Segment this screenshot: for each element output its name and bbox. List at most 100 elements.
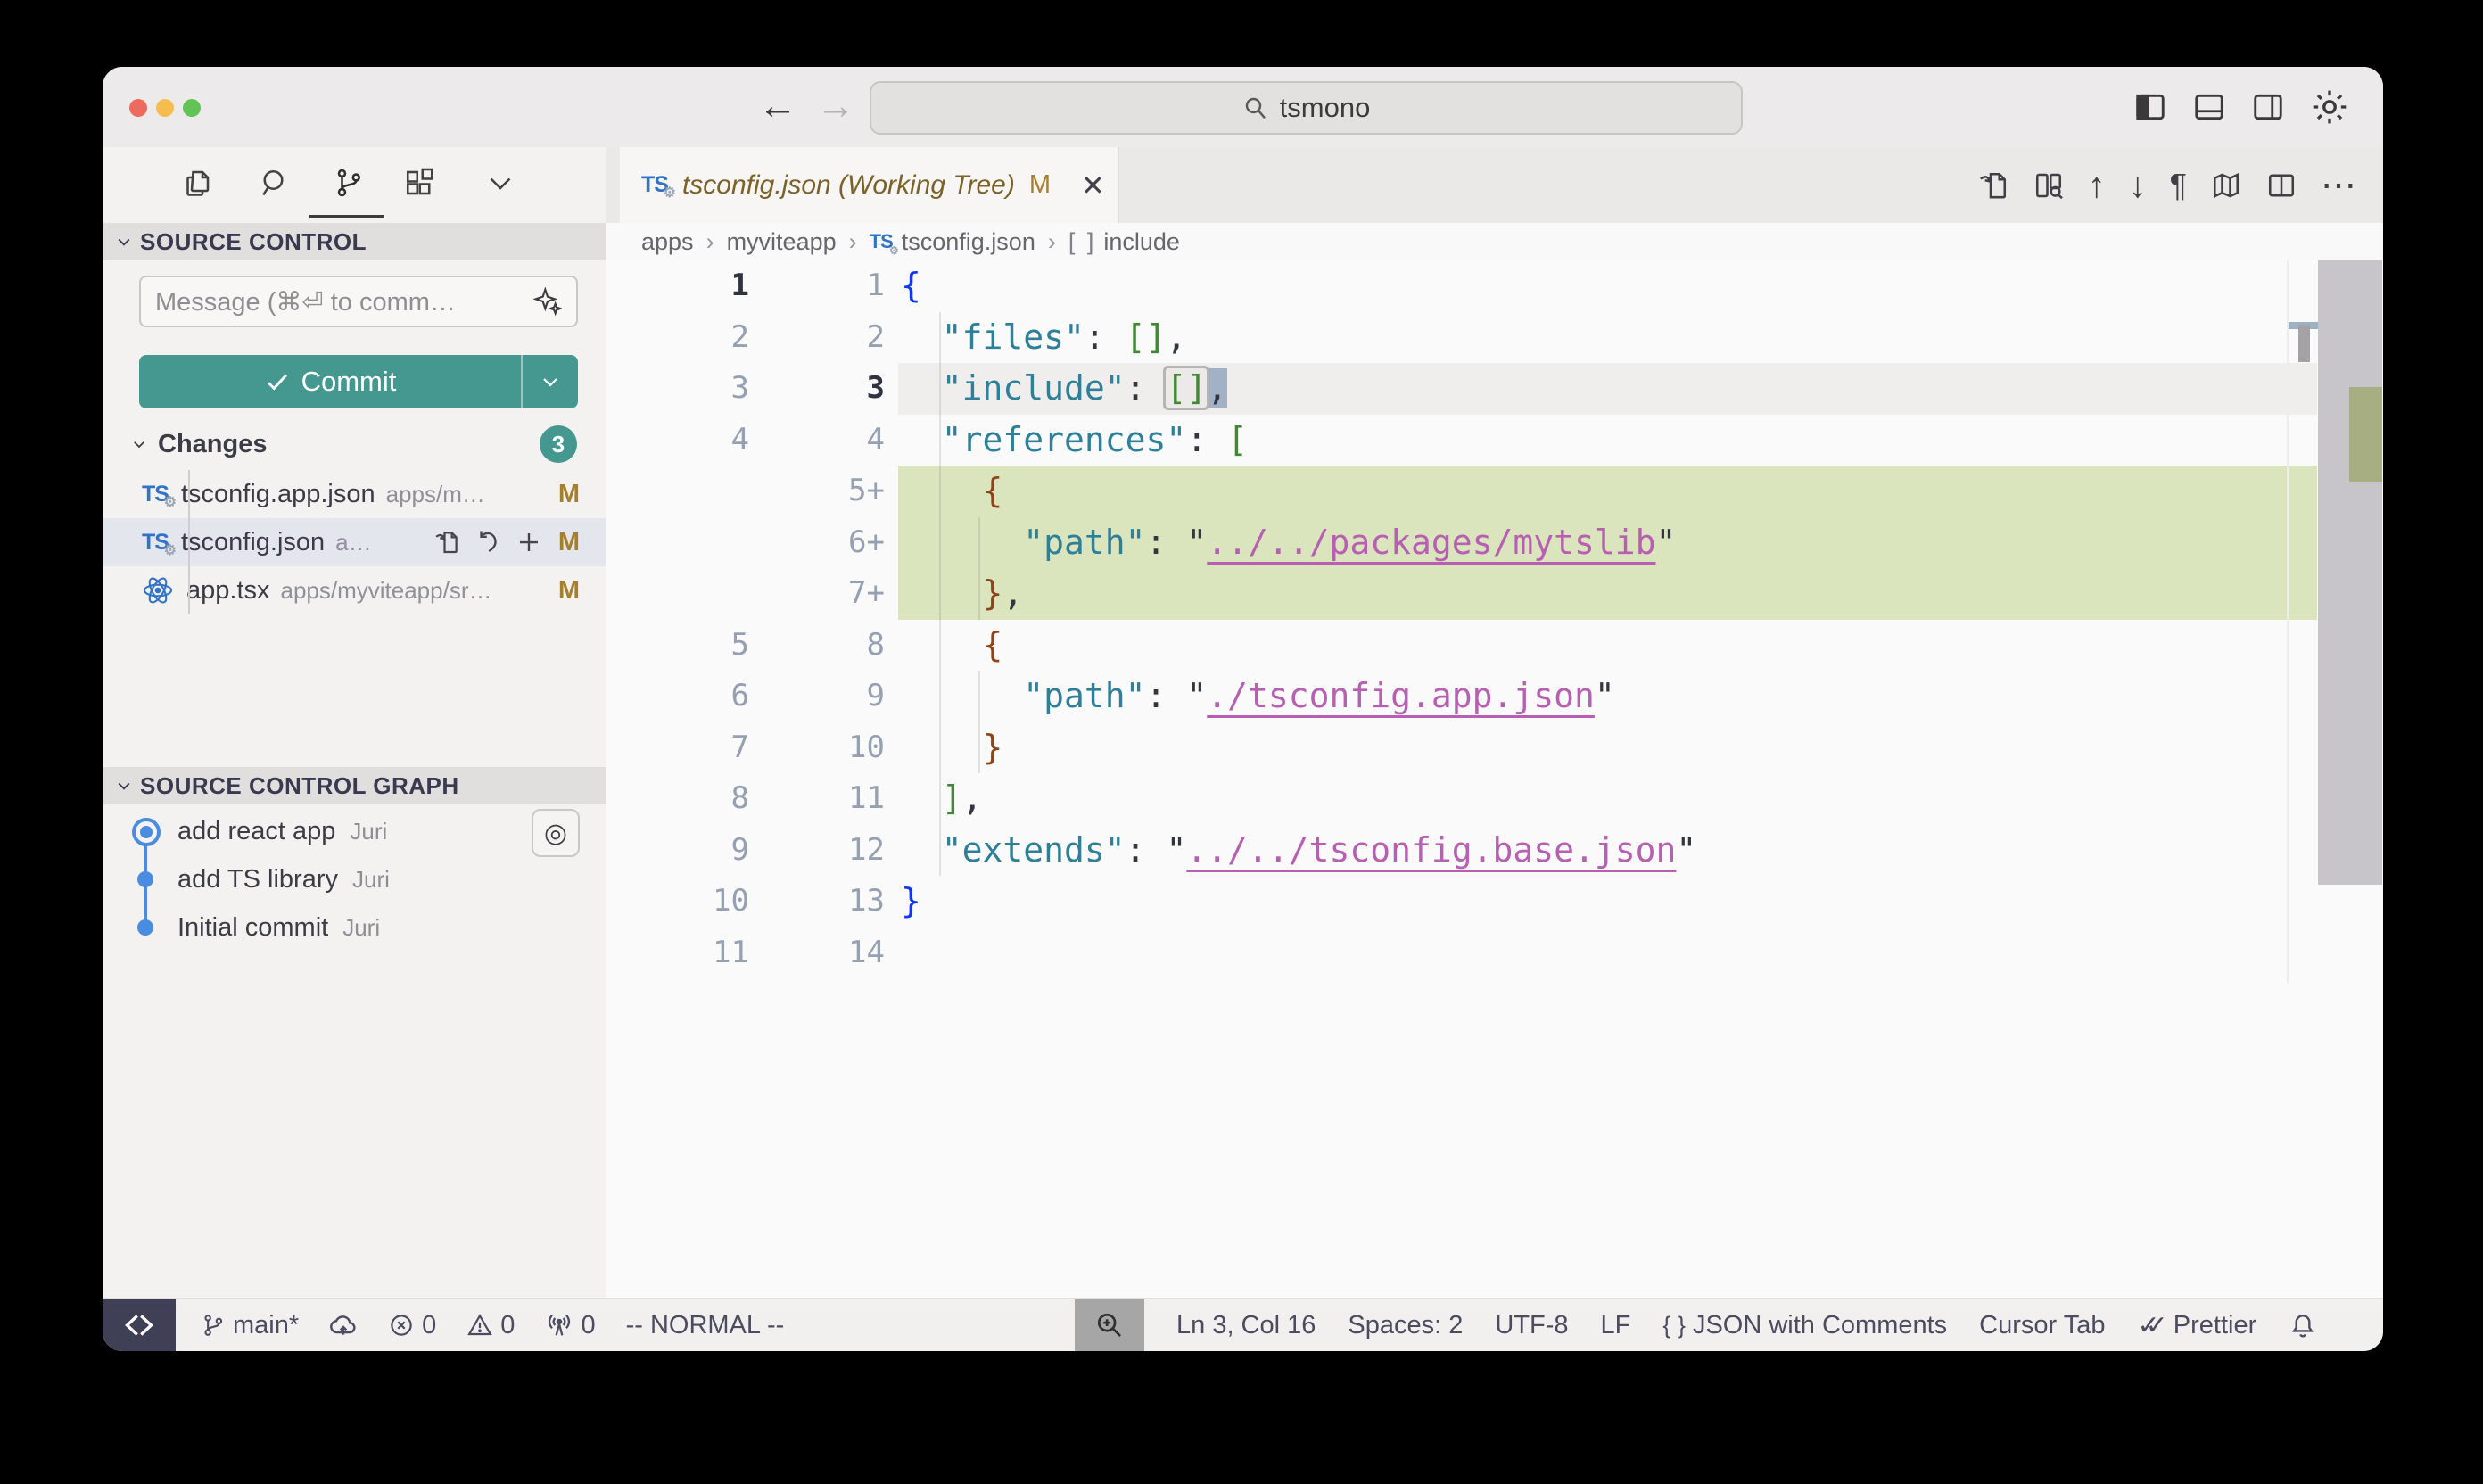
changes-list: TS⚙tsconfig.app.jsonapps/m…MTS⚙tsconfig.… bbox=[103, 470, 606, 614]
search-query: tsmono bbox=[1280, 92, 1371, 124]
breadcrumb-item[interactable]: apps bbox=[641, 228, 694, 256]
file-path: apps/m… bbox=[386, 481, 485, 508]
previous-change-icon[interactable]: ↑ bbox=[2088, 168, 2106, 203]
code-line-8[interactable]: 58 { bbox=[606, 620, 2383, 672]
modified-line-number: 10 bbox=[749, 722, 885, 774]
whitespace-toggle-icon[interactable]: ¶ bbox=[2170, 168, 2187, 203]
language-mode[interactable]: { }JSON with Comments bbox=[1662, 1311, 1947, 1340]
publish-button[interactable] bbox=[329, 1311, 358, 1340]
search-view-icon[interactable] bbox=[259, 167, 291, 199]
source-control-view-icon[interactable] bbox=[333, 167, 365, 199]
error-icon bbox=[388, 1312, 415, 1339]
formatter[interactable]: ✓✓Prettier bbox=[2137, 1310, 2256, 1341]
code-line-1[interactable]: 11{ bbox=[606, 260, 2383, 312]
extensions-icon[interactable] bbox=[403, 167, 435, 199]
branch-status[interactable]: main* bbox=[201, 1311, 299, 1340]
code-line-13[interactable]: 1013} bbox=[606, 876, 2383, 928]
explorer-icon[interactable] bbox=[181, 167, 213, 199]
code-line-2[interactable]: 22 "files": [], bbox=[606, 312, 2383, 364]
diff-editor: 11{22 "files": [],33 "include": [],44 "r… bbox=[606, 260, 2383, 1298]
commit-dropdown-button[interactable] bbox=[521, 355, 578, 408]
indentation[interactable]: Spaces: 2 bbox=[1348, 1311, 1463, 1340]
split-editor-icon[interactable] bbox=[2265, 169, 2297, 202]
toggle-panel-icon[interactable] bbox=[2192, 90, 2226, 124]
react-file-icon bbox=[142, 574, 174, 606]
breadcrumb-item[interactable]: [ ]include bbox=[1068, 228, 1180, 256]
radio-tower-icon bbox=[545, 1311, 573, 1340]
commit-message-input[interactable]: Message (⌘⏎ to comm… bbox=[139, 276, 578, 327]
commit-row-1[interactable]: add react appJuri◎ bbox=[103, 807, 606, 855]
scrollbar-slider[interactable] bbox=[2318, 260, 2382, 885]
code-line-6[interactable]: 6+ "path": "../../packages/mytslib" bbox=[606, 517, 2383, 569]
chevron-down-icon bbox=[540, 371, 561, 392]
command-center-search[interactable]: tsmono bbox=[870, 81, 1743, 135]
change-row-app.tsx[interactable]: app.tsxapps/myviteapp/sr…M bbox=[103, 566, 606, 614]
close-tab-icon[interactable]: ✕ bbox=[1081, 169, 1105, 202]
forward-arrow-icon[interactable]: → bbox=[816, 79, 855, 133]
close-window-button[interactable] bbox=[129, 99, 147, 117]
change-row-tsconfig.app.json[interactable]: TS⚙tsconfig.app.jsonapps/m…M bbox=[103, 470, 606, 518]
minimap-glyph-stem bbox=[2298, 325, 2310, 362]
back-arrow-icon[interactable]: ← bbox=[758, 79, 797, 133]
source-control-graph-header[interactable]: SOURCE CONTROL GRAPH bbox=[103, 767, 606, 804]
eol[interactable]: LF bbox=[1601, 1311, 1631, 1340]
code-lines[interactable]: 11{22 "files": [],33 "include": [],44 "r… bbox=[606, 260, 2383, 978]
chevron-down-icon bbox=[131, 436, 147, 452]
commit-dot bbox=[137, 919, 153, 936]
encoding[interactable]: UTF-8 bbox=[1495, 1311, 1568, 1340]
zoom-window-button[interactable] bbox=[183, 99, 201, 117]
git-branch-icon bbox=[201, 1313, 226, 1338]
minimize-window-button[interactable] bbox=[156, 99, 174, 117]
code-line-14[interactable]: 1114 bbox=[606, 928, 2383, 979]
commit-row-2[interactable]: add TS libraryJuri bbox=[103, 855, 606, 903]
ports-count[interactable]: 0 bbox=[545, 1311, 595, 1340]
commit-button[interactable]: Commit bbox=[139, 355, 578, 408]
code-line-11[interactable]: 811 ], bbox=[606, 773, 2383, 825]
modified-line-number: 11 bbox=[749, 773, 885, 825]
breadcrumb[interactable]: apps›myviteapp›TS⚙tsconfig.json›[ ]inclu… bbox=[606, 223, 2383, 260]
settings-gear-icon[interactable] bbox=[2310, 87, 2349, 127]
chevron-down-icon[interactable] bbox=[484, 167, 516, 199]
code-line-5[interactable]: 5+ { bbox=[606, 466, 2383, 517]
toggle-primary-sidebar-icon[interactable] bbox=[2133, 90, 2167, 124]
code-line-4[interactable]: 44 "references": [ bbox=[606, 415, 2383, 466]
warning-count[interactable]: 0 bbox=[466, 1311, 515, 1340]
diff-review-icon[interactable] bbox=[2033, 169, 2065, 202]
zoom-indicator[interactable] bbox=[1075, 1299, 1144, 1351]
tab-tsconfig-working-tree[interactable]: TS⚙ tsconfig.json (Working Tree) M ✕ bbox=[620, 147, 1119, 223]
code-line-9[interactable]: 69 "path": "./tsconfig.app.json" bbox=[606, 671, 2383, 722]
open-file-icon[interactable] bbox=[1977, 169, 2009, 202]
checkout-target-button[interactable]: ◎ bbox=[532, 809, 580, 857]
discard-changes-icon[interactable] bbox=[474, 529, 501, 556]
change-row-tsconfig.json[interactable]: TS⚙tsconfig.jsona…M bbox=[103, 518, 606, 566]
remote-indicator[interactable] bbox=[103, 1299, 176, 1351]
code-line-10[interactable]: 710 } bbox=[606, 722, 2383, 774]
sidebar: SOURCE CONTROL Message (⌘⏎ to comm… Comm… bbox=[103, 147, 607, 1298]
breadcrumb-separator: › bbox=[706, 228, 714, 256]
vim-mode[interactable]: -- NORMAL -- bbox=[626, 1311, 785, 1340]
sparkle-icon[interactable] bbox=[533, 287, 562, 316]
stage-file-icon[interactable] bbox=[516, 529, 542, 556]
commit-message: add react app bbox=[177, 817, 335, 846]
modified-line-number: 12 bbox=[749, 825, 885, 877]
cursor-position[interactable]: Ln 3, Col 16 bbox=[1176, 1311, 1316, 1340]
cursor-tab[interactable]: Cursor Tab bbox=[1979, 1311, 2105, 1340]
code-line-7[interactable]: 7+ }, bbox=[606, 568, 2383, 620]
changes-section-header[interactable]: Changes 3 bbox=[103, 419, 606, 469]
more-actions-icon[interactable]: ⋯ bbox=[2321, 168, 2356, 203]
title-bar: ← → tsmono bbox=[103, 67, 2383, 147]
next-change-icon[interactable]: ↓ bbox=[2129, 168, 2147, 203]
notifications-bell-icon[interactable] bbox=[2289, 1311, 2317, 1340]
commit-row-3[interactable]: Initial commitJuri bbox=[103, 903, 606, 952]
error-count[interactable]: 0 bbox=[388, 1311, 436, 1340]
breadcrumb-item[interactable]: myviteapp bbox=[727, 228, 837, 256]
code-line-3[interactable]: 33 "include": [], bbox=[606, 363, 2383, 415]
activity-bar bbox=[103, 147, 606, 223]
open-file-icon[interactable] bbox=[433, 529, 460, 556]
source-control-header[interactable]: SOURCE CONTROL bbox=[103, 223, 606, 260]
toggle-secondary-sidebar-icon[interactable] bbox=[2251, 90, 2285, 124]
map-icon[interactable] bbox=[2210, 169, 2242, 202]
code-line-12[interactable]: 912 "extends": "../../tsconfig.base.json… bbox=[606, 825, 2383, 877]
notifications-bell[interactable] bbox=[2289, 1311, 2317, 1340]
breadcrumb-item[interactable]: TS⚙tsconfig.json bbox=[870, 228, 1035, 256]
